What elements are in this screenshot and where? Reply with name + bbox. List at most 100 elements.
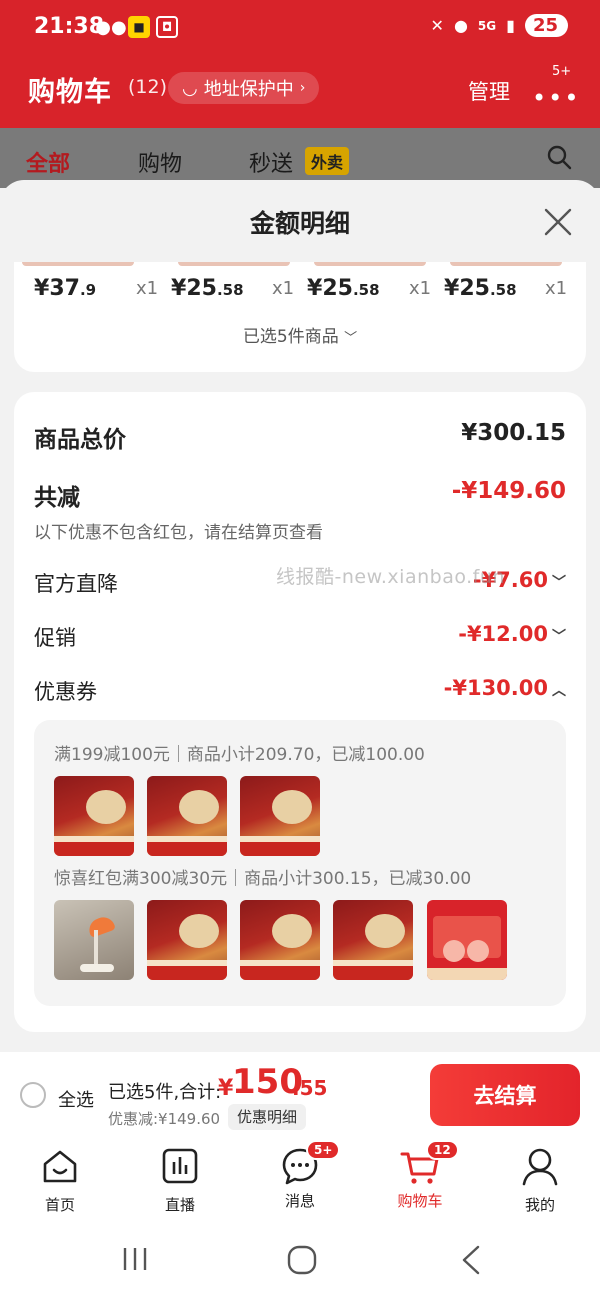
system-navigation-bar xyxy=(0,1222,600,1300)
reduction-note: 以下优惠不包含红包，请在结算页查看 xyxy=(34,523,323,543)
selected-products-card: ¥37.9 x1 ¥25.58 x1 ¥25.58 x1 ¥25.58 x1 已… xyxy=(14,262,586,372)
nav-label: 直播 xyxy=(164,1196,195,1214)
home-icon xyxy=(43,1150,77,1183)
chevron-down-icon: ﹀ xyxy=(552,629,566,645)
network-label: 5G xyxy=(477,18,497,33)
product-thumbnail-dumpling[interactable] xyxy=(333,900,413,980)
product-thumbnail-dumpling[interactable] xyxy=(240,900,320,980)
shield-smile-icon: ◡ xyxy=(182,77,198,99)
coupon-value: -¥130.00 ︿ xyxy=(443,676,566,700)
recent-apps-icon[interactable] xyxy=(120,1244,150,1274)
subtotal-value: ¥300.15 xyxy=(461,420,566,446)
wechat-icon: ●● xyxy=(95,16,127,38)
screenshot-icon: ◘ xyxy=(156,16,178,38)
status-bar: 21:38 ●● ■ ◘ ✕ ● 5G ▮ 25 xyxy=(0,0,600,56)
product-thumbnail-lamp[interactable] xyxy=(54,900,134,980)
app-notification-icon: ■ xyxy=(128,16,150,38)
more-options-icon[interactable]: ••• xyxy=(532,84,580,112)
message-badge: 5+ xyxy=(306,1140,341,1160)
chevron-down-icon: ﹀ xyxy=(552,575,566,591)
product-quantity: x1 xyxy=(272,278,295,299)
total-reduction-value: -¥149.60 xyxy=(451,478,566,504)
amount-detail-sheet: 金额明细 ¥37.9 x1 ¥25.58 x1 ¥25.58 x1 ¥25.58… xyxy=(0,180,600,1052)
product-price: ¥25.58 xyxy=(171,276,244,301)
chevron-up-icon: ︿ xyxy=(552,683,566,699)
select-all-radio[interactable] xyxy=(20,1082,46,1108)
promotion-row[interactable]: 促销 -¥12.00 ﹀ xyxy=(34,622,566,652)
bottom-navigation: 首页 直播 5+ 消息 12 购物车 我的 xyxy=(0,1138,600,1222)
category-tabs xyxy=(0,128,600,188)
live-icon xyxy=(162,1148,198,1184)
coupon-label: 优惠券 xyxy=(34,680,97,704)
home-button-icon[interactable] xyxy=(286,1244,318,1276)
chevron-down-icon: ﹀ xyxy=(344,331,358,346)
checkout-button[interactable]: 去结算 xyxy=(430,1064,580,1126)
close-icon[interactable] xyxy=(540,204,576,240)
tab-instant-delivery[interactable]: 秒送 xyxy=(249,146,293,178)
coupon-detail-box: 满199减100元｜商品小计209.70，已减100.00 惊喜红包满300减3… xyxy=(34,720,566,1006)
product-image-edge xyxy=(178,262,290,266)
product-thumbnail-dumpling[interactable] xyxy=(54,776,134,856)
product-thumbnail-dumpling[interactable] xyxy=(147,776,227,856)
signal-icon: ▮ xyxy=(506,16,515,35)
checkout-bar: 全选 已选5件,合计: ¥ 150 .55 优惠减:¥149.60 优惠明细 去… xyxy=(0,1052,600,1138)
address-protection-label: 地址保护中 xyxy=(203,79,294,100)
product-image-edge xyxy=(22,262,134,266)
tab-all[interactable]: 全部 xyxy=(26,146,70,178)
product-quantity: x1 xyxy=(136,278,159,299)
tab-shopping[interactable]: 购物 xyxy=(138,146,182,178)
status-system-icons: ✕ ● 5G ▮ 25 xyxy=(431,14,568,37)
product-quantity: x1 xyxy=(545,278,568,299)
status-time: 21:38 xyxy=(34,14,105,39)
total-reduction-row: 共减 -¥149.60 以下优惠不包含红包，请在结算页查看 xyxy=(34,478,566,543)
profile-icon xyxy=(522,1148,558,1186)
sheet-title: 金额明细 xyxy=(249,209,350,238)
official-discount-label: 官方直降 xyxy=(34,572,118,596)
coupon-group-text: 满199减100元｜商品小计209.70，已减100.00 xyxy=(54,745,425,765)
takeaway-badge: 外卖 xyxy=(305,147,350,175)
address-protection-pill[interactable]: ◡ 地址保护中 › xyxy=(168,72,320,104)
product-price: ¥37.9 xyxy=(34,276,97,301)
subtotal-label: 商品总价 xyxy=(34,427,126,453)
nav-home[interactable]: 首页 xyxy=(10,1146,110,1215)
back-icon[interactable] xyxy=(458,1244,486,1276)
product-thumbnail-dumpling[interactable] xyxy=(147,900,227,980)
product-image-edge xyxy=(450,262,562,266)
nav-label: 我的 xyxy=(524,1196,555,1214)
chevron-right-icon: › xyxy=(299,80,306,96)
nav-label: 消息 xyxy=(284,1192,315,1210)
product-thumbnail-apple[interactable] xyxy=(427,900,507,980)
promotion-label: 促销 xyxy=(34,626,76,650)
cart-badge: 12 xyxy=(426,1140,459,1160)
battery-indicator: 25 xyxy=(524,14,568,37)
status-notification-icons: ●● ■ ◘ xyxy=(95,16,178,38)
nav-live[interactable]: 直播 xyxy=(130,1146,230,1215)
total-amount-decimal: .55 xyxy=(292,1076,328,1100)
promotion-value: -¥12.00 ﹀ xyxy=(458,622,566,646)
coupon-row[interactable]: 优惠券 -¥130.00 ︿ xyxy=(34,676,566,706)
location-icon: ● xyxy=(453,16,468,35)
watermark-text: 线报酷-new.xianbao.fun xyxy=(276,566,505,588)
coupon-group-text: 惊喜红包满300减30元｜商品小计300.15，已减30.00 xyxy=(54,869,472,889)
cart-count: (12) xyxy=(128,76,168,98)
selected-items-toggle[interactable]: 已选5件商品 ﹀ xyxy=(14,322,586,347)
search-icon[interactable] xyxy=(546,144,572,170)
subtotal-row: 商品总价 ¥300.15 xyxy=(34,420,566,454)
price-breakdown-card: 商品总价 ¥300.15 共减 -¥149.60 以下优惠不包含红包，请在结算页… xyxy=(14,392,586,1032)
discount-detail-button[interactable]: 优惠明细 xyxy=(228,1104,307,1130)
nav-messages[interactable]: 5+ 消息 xyxy=(250,1140,350,1211)
total-reduction-label: 共减 xyxy=(34,485,80,511)
select-all-label[interactable]: 全选 xyxy=(58,1086,94,1112)
nav-cart[interactable]: 12 购物车 xyxy=(370,1140,470,1211)
product-thumbnail-dumpling[interactable] xyxy=(240,776,320,856)
cart-title: 购物车 xyxy=(28,77,112,108)
product-image-edge xyxy=(314,262,426,266)
mute-icon: ✕ xyxy=(430,16,444,35)
total-label: 已选5件,合计: xyxy=(108,1082,222,1103)
nav-label: 购物车 xyxy=(397,1192,443,1210)
nav-label: 首页 xyxy=(44,1196,75,1214)
nav-profile[interactable]: 我的 xyxy=(490,1146,590,1215)
more-badge: 5+ xyxy=(552,64,572,79)
product-quantity: x1 xyxy=(409,278,432,299)
manage-button[interactable]: 管理 xyxy=(468,76,510,106)
